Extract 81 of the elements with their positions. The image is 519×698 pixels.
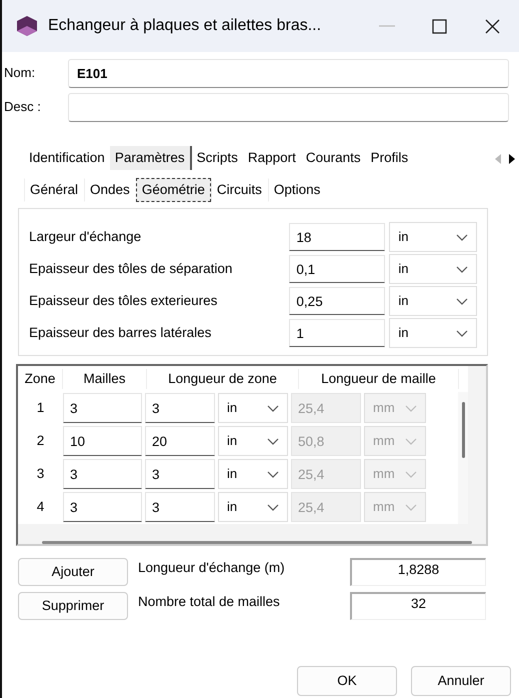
- scroll-right-icon[interactable]: [509, 154, 515, 164]
- app-icon: [16, 15, 38, 37]
- tab[interactable]: Général: [24, 178, 84, 202]
- tab[interactable]: Options: [268, 178, 326, 202]
- summary-value: 1,8288: [350, 558, 486, 586]
- column-header: Longueur de maille: [299, 368, 459, 389]
- window-title: Echangeur à plaques et ailettes bras...: [48, 16, 322, 36]
- name-field[interactable]: E101: [68, 58, 509, 88]
- chevron-down-icon: [267, 470, 279, 478]
- value-field[interactable]: 18: [289, 223, 386, 251]
- parameter-label: Largeur d'échange: [29, 228, 142, 246]
- zone-number: 4: [36, 498, 46, 516]
- field-label: Desc :: [4, 98, 42, 116]
- parameter-label: Epaisseur des tôles de séparation: [29, 260, 234, 278]
- tab[interactable]: Courants: [300, 146, 366, 170]
- zone-length-field[interactable]: 3: [145, 393, 215, 424]
- parameter-label: Epaisseur des tôles exterieures: [29, 292, 218, 310]
- mesh-count-field[interactable]: 3: [63, 459, 142, 490]
- parameter-label: Epaisseur des barres latérales: [29, 324, 212, 342]
- chevron-down-icon: [267, 504, 279, 511]
- scrollbar-thumb[interactable]: [42, 540, 472, 544]
- chevron-down-icon: [405, 470, 417, 478]
- scrollbar-thumb[interactable]: [462, 402, 464, 458]
- mesh-count-field[interactable]: 10: [63, 426, 142, 456]
- zone-length-field[interactable]: 20: [145, 426, 215, 456]
- unit-dropdown: mm: [364, 393, 426, 424]
- value-field[interactable]: 1: [289, 319, 386, 347]
- column-header: Mailles: [63, 368, 147, 389]
- mesh-count-field[interactable]: 3: [63, 492, 142, 522]
- value-field[interactable]: 0,25: [289, 287, 386, 315]
- mesh-count-field[interactable]: 3: [63, 393, 142, 424]
- mesh-length-field: 25,4: [291, 492, 361, 522]
- chevron-down-icon: [456, 330, 468, 336]
- unit-dropdown[interactable]: in: [389, 254, 477, 284]
- unit-dropdown[interactable]: in: [389, 318, 477, 348]
- unit-dropdown: mm: [364, 459, 426, 490]
- chevron-down-icon: [456, 234, 468, 240]
- zone-number: 2: [36, 432, 46, 450]
- row-button[interactable]: Supprimer: [18, 592, 128, 620]
- field-label: Nom:: [4, 64, 36, 82]
- tab[interactable]: Circuits: [210, 178, 268, 202]
- chevron-down-icon: [456, 266, 468, 272]
- mesh-length-field: 25,4: [291, 393, 361, 424]
- chevron-down-icon: [267, 404, 279, 412]
- unit-dropdown[interactable]: in: [218, 393, 288, 424]
- unit-dropdown: mm: [364, 426, 426, 456]
- column-header: Longueur de zone: [147, 368, 299, 389]
- summary-value: 32: [350, 592, 486, 620]
- unit-dropdown[interactable]: in: [389, 286, 477, 316]
- mesh-length-field: 50,8: [291, 426, 361, 456]
- zone-number: 1: [36, 398, 46, 417]
- chevron-down-icon: [405, 438, 417, 445]
- description-field[interactable]: [68, 92, 509, 122]
- dialog-button[interactable]: Annuler: [411, 666, 511, 696]
- mesh-length-field: 25,4: [291, 459, 361, 490]
- dialog-button[interactable]: OK: [297, 666, 397, 696]
- unit-dropdown[interactable]: in: [389, 222, 477, 252]
- summary-label: Longueur d'échange (m): [137, 559, 286, 577]
- unit-dropdown[interactable]: in: [218, 459, 288, 490]
- chevron-down-icon: [405, 504, 417, 511]
- close-icon[interactable]: [485, 18, 500, 34]
- tab[interactable]: Paramètres: [110, 146, 192, 170]
- tab[interactable]: Géométrie: [136, 178, 211, 202]
- unit-dropdown[interactable]: in: [218, 426, 288, 456]
- tab[interactable]: Profils: [366, 146, 414, 170]
- tab[interactable]: Rapport: [242, 146, 301, 170]
- maximize-icon[interactable]: [432, 18, 448, 34]
- unit-dropdown[interactable]: in: [218, 492, 288, 522]
- chevron-down-icon: [267, 438, 279, 445]
- summary-label: Nombre total de mailles: [137, 593, 281, 611]
- tab[interactable]: Scripts: [192, 146, 243, 170]
- zone-length-field[interactable]: 3: [145, 492, 215, 522]
- column-header: Zone: [18, 368, 63, 389]
- row-button[interactable]: Ajouter: [18, 558, 128, 586]
- zone-length-field[interactable]: 3: [145, 459, 215, 490]
- zone-number: 3: [36, 464, 46, 483]
- value-field[interactable]: 0,1: [289, 255, 386, 283]
- chevron-down-icon: [456, 298, 468, 304]
- unit-dropdown: mm: [364, 492, 426, 522]
- chevron-down-icon: [405, 404, 417, 412]
- tab[interactable]: Identification: [24, 146, 110, 170]
